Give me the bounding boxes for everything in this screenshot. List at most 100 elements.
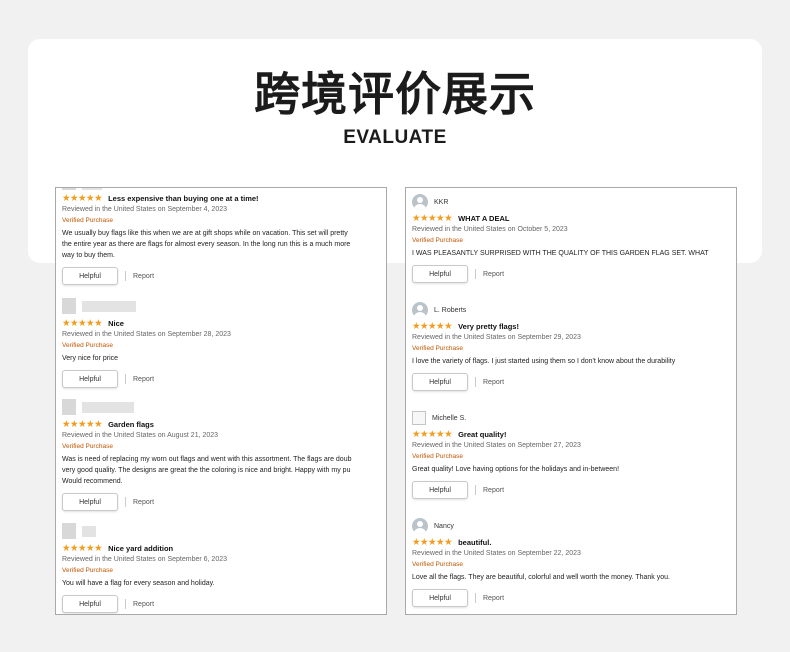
- verified-badge: Verified Purchase: [62, 443, 113, 450]
- review-title[interactable]: Nice yard addition: [108, 544, 173, 553]
- reviewer-name-blurred: [82, 188, 102, 190]
- star-rating: ★★★★★: [412, 213, 453, 224]
- review-card: Nancy ★★★★★ beautiful. Reviewed in the U…: [406, 518, 736, 607]
- divider: [125, 599, 126, 609]
- reviewer: KKR: [412, 194, 736, 210]
- star-rating: ★★★★★: [62, 543, 103, 554]
- reviewer-name-blurred: [82, 300, 136, 312]
- reviewer-name-blurred: [82, 525, 96, 537]
- review-title-line: ★★★★★ Nice yard addition: [62, 543, 386, 554]
- review-card: ★★★★★ Less expensive than buying one at …: [56, 188, 386, 285]
- review-actions: Helpful Report: [412, 373, 736, 391]
- helpful-button[interactable]: Helpful: [412, 589, 468, 607]
- star-rating: ★★★★★: [412, 321, 453, 332]
- review-title[interactable]: beautiful.: [458, 538, 491, 547]
- review-actions: Helpful Report: [62, 267, 386, 285]
- review-card: ★★★★★ Nice Reviewed in the United States…: [56, 298, 386, 388]
- reviewer-name[interactable]: Nancy: [434, 523, 454, 530]
- review-meta: Reviewed in the United States on Septemb…: [412, 442, 581, 449]
- review-body-line: way to buy them.: [62, 252, 115, 259]
- report-link[interactable]: Report: [133, 601, 154, 608]
- report-link[interactable]: Report: [483, 379, 504, 386]
- review-body-line: We usually buy flags like this when we a…: [62, 230, 348, 237]
- verified-badge: Verified Purchase: [412, 453, 463, 460]
- reviews-panel-right: KKR ★★★★★ WHAT A DEAL Reviewed in the Un…: [405, 187, 737, 615]
- review-card: L. Roberts ★★★★★ Very pretty flags! Revi…: [406, 302, 736, 391]
- verified-badge: Verified Purchase: [62, 567, 113, 574]
- review-title[interactable]: Nice: [108, 319, 124, 328]
- divider: [475, 269, 476, 279]
- divider: [125, 374, 126, 384]
- avatar-blurred: [62, 399, 76, 415]
- review-card: KKR ★★★★★ WHAT A DEAL Reviewed in the Un…: [406, 194, 736, 283]
- star-rating: ★★★★★: [62, 419, 103, 430]
- review-actions: Helpful Report: [62, 595, 386, 613]
- review-actions: Helpful Report: [62, 493, 386, 511]
- verified-badge: Verified Purchase: [412, 237, 463, 244]
- reviewer: [62, 188, 386, 190]
- divider: [125, 497, 126, 507]
- reviewer: [62, 399, 386, 415]
- review-meta: Reviewed in the United States on August …: [62, 432, 219, 439]
- avatar-blurred: [62, 188, 76, 190]
- reviewer-name[interactable]: KKR: [434, 199, 448, 206]
- helpful-button[interactable]: Helpful: [412, 373, 468, 391]
- report-link[interactable]: Report: [133, 273, 154, 280]
- review-card: ★★★★★ Nice yard addition Reviewed in the…: [56, 523, 386, 613]
- review-card: Michelle S. ★★★★★ Great quality! Reviewe…: [406, 410, 736, 499]
- review-meta: Reviewed in the United States on Septemb…: [62, 556, 227, 563]
- review-title[interactable]: Garden flags: [108, 420, 154, 429]
- avatar-blurred: [62, 298, 76, 314]
- verified-badge: Verified Purchase: [62, 217, 113, 224]
- review-body-line: Great quality! Love having options for t…: [412, 466, 620, 473]
- review-actions: Helpful Report: [412, 481, 736, 499]
- report-link[interactable]: Report: [483, 595, 504, 602]
- user-avatar-icon: [412, 194, 428, 210]
- user-avatar-icon: [412, 302, 428, 318]
- verified-badge: Verified Purchase: [62, 342, 113, 349]
- review-meta: Reviewed in the United States on Septemb…: [412, 334, 581, 341]
- broken-image-icon: [412, 411, 426, 425]
- user-avatar-icon: [412, 518, 428, 534]
- helpful-button[interactable]: Helpful: [412, 481, 468, 499]
- review-meta: Reviewed in the United States on Septemb…: [412, 550, 581, 557]
- reviewer: Michelle S.: [412, 410, 736, 426]
- reviewer-name[interactable]: L. Roberts: [434, 307, 466, 314]
- helpful-button[interactable]: Helpful: [62, 370, 118, 388]
- reviewer-name[interactable]: Michelle S.: [432, 415, 466, 422]
- star-rating: ★★★★★: [62, 193, 103, 204]
- review-title-line: ★★★★★ Great quality!: [412, 429, 736, 440]
- review-title[interactable]: Less expensive than buying one at a time…: [108, 194, 258, 203]
- review-title-line: ★★★★★ beautiful.: [412, 537, 736, 548]
- reviewer: L. Roberts: [412, 302, 736, 318]
- review-title[interactable]: Great quality!: [458, 430, 506, 439]
- review-title[interactable]: WHAT A DEAL: [458, 214, 509, 223]
- review-actions: Helpful Report: [412, 265, 736, 283]
- reviewer: Nancy: [412, 518, 736, 534]
- reviewer-name-blurred: [82, 401, 134, 413]
- star-rating: ★★★★★: [412, 429, 453, 440]
- review-title-line: ★★★★★ Nice: [62, 318, 386, 329]
- review-body-line: Would recommend.: [62, 478, 123, 485]
- divider: [125, 271, 126, 281]
- report-link[interactable]: Report: [483, 487, 504, 494]
- report-link[interactable]: Report: [133, 376, 154, 383]
- review-title[interactable]: Very pretty flags!: [458, 322, 519, 331]
- reviewer: [62, 298, 386, 314]
- review-body-line: the entire year as there are flags for a…: [62, 241, 351, 248]
- helpful-button[interactable]: Helpful: [62, 595, 118, 613]
- report-link[interactable]: Report: [483, 271, 504, 278]
- helpful-button[interactable]: Helpful: [62, 493, 118, 511]
- review-title-line: ★★★★★ WHAT A DEAL: [412, 213, 736, 224]
- review-body-line: I WAS PLEASANTLY SURPRISED WITH THE QUAL…: [412, 250, 709, 257]
- divider: [475, 377, 476, 387]
- review-title-line: ★★★★★ Very pretty flags!: [412, 321, 736, 332]
- review-body-line: Love all the flags. They are beautiful, …: [412, 574, 670, 581]
- review-body-line: very good quality. The designs are great…: [62, 467, 351, 474]
- helpful-button[interactable]: Helpful: [62, 267, 118, 285]
- avatar-blurred: [62, 523, 76, 539]
- review-meta: Reviewed in the United States on Septemb…: [62, 206, 227, 213]
- reviews-panel-left: ★★★★★ Less expensive than buying one at …: [55, 187, 387, 615]
- helpful-button[interactable]: Helpful: [412, 265, 468, 283]
- report-link[interactable]: Report: [133, 499, 154, 506]
